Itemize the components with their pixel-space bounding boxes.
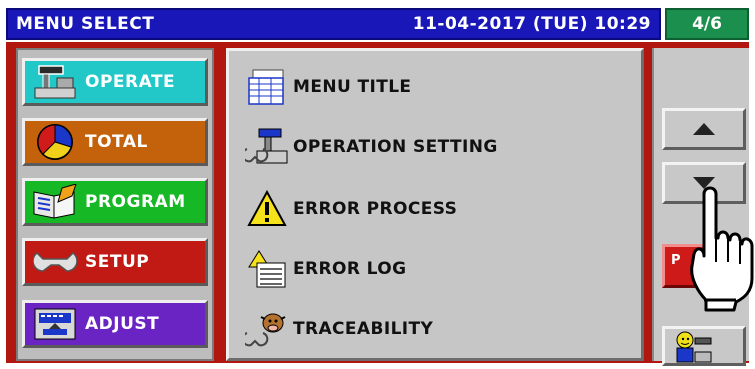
operation-setting-label: OPERATION SETTING: [293, 137, 498, 157]
error-process-label: ERROR PROCESS: [293, 199, 458, 219]
center-menu-panel: MENU TITLE OPERATION SETTING ERROR PROCE…: [226, 48, 644, 361]
header-title-area: MENU SELECT 11-04-2017 (TUE) 10:29: [6, 8, 661, 40]
operation-setting-item[interactable]: OPERATION SETTING: [245, 125, 498, 169]
pie-chart-icon: [29, 123, 81, 161]
warning-icon: [245, 188, 289, 230]
setup-label: SETUP: [85, 252, 150, 272]
setup-button[interactable]: SETUP: [22, 238, 208, 286]
operator-button[interactable]: [662, 326, 746, 366]
error-process-item[interactable]: ERROR PROCESS: [245, 187, 457, 231]
menu-title-icon: [245, 66, 289, 108]
wrench-scale-icon: [245, 126, 289, 168]
page-title: MENU SELECT: [16, 14, 155, 34]
datetime-display: 11-04-2017 (TUE) 10:29: [412, 14, 651, 34]
page-indicator: 4/6: [665, 8, 749, 40]
warning-log-icon: [245, 248, 289, 290]
menu-title-label: MENU TITLE: [293, 77, 412, 97]
left-menu-panel: OPERATE TOTAL PROGRAM SETUP ADJUST: [16, 48, 214, 361]
adjust-scale-icon: [29, 305, 81, 343]
traceability-label: TRACEABILITY: [293, 319, 434, 339]
header-bar: MENU SELECT 11-04-2017 (TUE) 10:29 4/6: [6, 8, 749, 40]
program-button[interactable]: PROGRAM: [22, 178, 208, 226]
operate-button[interactable]: OPERATE: [22, 58, 208, 106]
pointing-hand-icon: [690, 186, 754, 312]
adjust-label: ADJUST: [85, 314, 160, 334]
cow-wrench-icon: [245, 308, 289, 350]
total-button[interactable]: TOTAL: [22, 118, 208, 166]
book-pencil-icon: [29, 183, 81, 221]
program-label: PROGRAM: [85, 192, 186, 212]
traceability-item[interactable]: TRACEABILITY: [245, 307, 433, 351]
error-log-label: ERROR LOG: [293, 259, 407, 279]
operator-scale-icon: [676, 331, 712, 363]
screen-frame: MENU SELECT 11-04-2017 (TUE) 10:29 4/6 O…: [0, 0, 755, 369]
scroll-up-button[interactable]: [662, 108, 746, 150]
operate-label: OPERATE: [85, 72, 176, 92]
scale-icon: [29, 63, 81, 101]
adjust-button[interactable]: ADJUST: [22, 300, 208, 348]
menu-title-item[interactable]: MENU TITLE: [245, 65, 411, 109]
error-log-item[interactable]: ERROR LOG: [245, 247, 407, 291]
wrench-icon: [29, 243, 81, 281]
triangle-up-icon: [693, 123, 715, 135]
total-label: TOTAL: [85, 132, 148, 152]
